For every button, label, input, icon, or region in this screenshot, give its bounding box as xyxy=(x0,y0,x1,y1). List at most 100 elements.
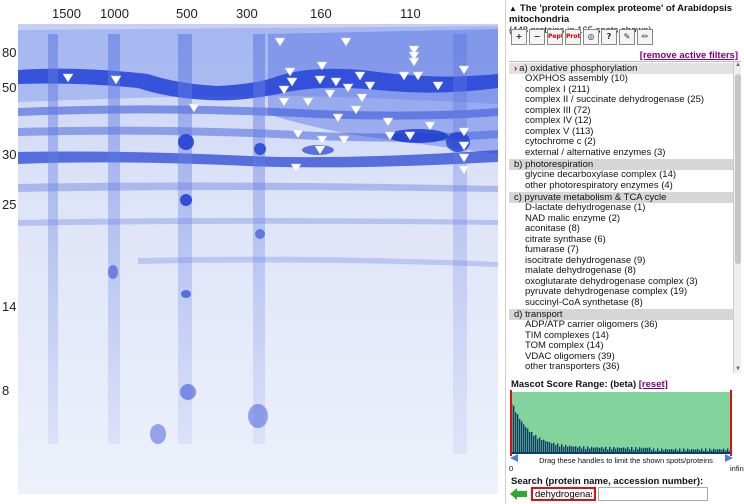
gel-spot xyxy=(388,129,448,143)
histogram-bar xyxy=(593,447,595,452)
search-input[interactable] xyxy=(531,487,596,501)
histogram-bar xyxy=(707,451,709,452)
filter-item[interactable]: complex IV (12) xyxy=(509,115,741,127)
histogram-bar xyxy=(629,449,631,452)
histogram-bar xyxy=(673,449,675,452)
gel-spot xyxy=(254,143,266,155)
mw-left-label: 50 xyxy=(2,80,17,95)
histogram-bar xyxy=(685,450,687,452)
histogram-bar xyxy=(553,442,555,452)
histogram-bar xyxy=(565,444,567,452)
pept-icon[interactable]: Pept xyxy=(547,29,563,45)
histogram-bar xyxy=(659,450,661,452)
mw-top-label: 300 xyxy=(236,6,258,21)
search-go-arrow-icon[interactable] xyxy=(510,488,528,500)
zoom-in-icon[interactable]: + xyxy=(511,29,527,45)
mw-left-label: 30 xyxy=(2,147,17,162)
histogram-bar xyxy=(527,428,529,452)
histogram-bar xyxy=(679,448,681,452)
gel-spot xyxy=(181,290,191,298)
histogram-bar xyxy=(647,448,649,452)
filter-item[interactable]: aconitase (8) xyxy=(509,223,741,235)
histogram-bar xyxy=(661,448,663,452)
histogram-bar xyxy=(703,450,705,452)
histogram-bar xyxy=(651,450,653,452)
remove-filters-link[interactable]: [remove active filters] xyxy=(506,50,738,61)
histogram-bar xyxy=(543,439,545,452)
histogram-bar xyxy=(619,447,621,452)
histogram-bar xyxy=(579,446,581,452)
histogram-bar xyxy=(555,445,557,452)
histogram-bar xyxy=(581,448,583,452)
histogram-bar xyxy=(541,440,543,452)
filter-item[interactable]: glycine decarboxylase complex (14) xyxy=(509,169,741,181)
histogram-bar xyxy=(697,448,699,452)
scroll-up-icon[interactable]: ▲ xyxy=(734,62,741,70)
mascot-histogram[interactable] xyxy=(508,390,736,462)
gel-spot xyxy=(180,194,192,206)
pencil-icon[interactable]: ✎ xyxy=(619,29,635,45)
histogram-bar xyxy=(639,447,641,452)
histogram-bar xyxy=(597,447,599,452)
gel-spot xyxy=(248,404,268,428)
histogram-bar xyxy=(521,421,523,452)
histogram-bar xyxy=(711,450,713,452)
prot-icon[interactable]: Prot xyxy=(565,29,581,45)
histogram-bar xyxy=(617,447,619,452)
histogram-bar xyxy=(643,447,645,452)
histogram-bar xyxy=(519,419,521,452)
filter-item[interactable]: OXPHOS assembly (10) xyxy=(509,73,741,85)
scroll-thumb[interactable] xyxy=(735,74,741,264)
filter-item[interactable]: cytochrome c (2) xyxy=(509,136,741,148)
mw-top-label: 110 xyxy=(400,6,421,21)
histogram-bar xyxy=(615,448,617,452)
histogram-bar xyxy=(683,448,685,452)
histogram-bar xyxy=(709,448,711,452)
filter-item[interactable]: malate dehydrogenase (8) xyxy=(509,265,741,277)
histogram-bar xyxy=(571,446,573,452)
mascot-reset-link[interactable]: [reset] xyxy=(639,379,668,390)
histogram-bar xyxy=(645,447,647,452)
histogram-bar xyxy=(721,449,723,452)
histogram-bar xyxy=(649,447,651,452)
filter-item[interactable]: other transporters (36) xyxy=(509,361,741,373)
target-icon[interactable]: ◎ xyxy=(583,29,599,45)
filter-item[interactable]: external / alternative enzymes (3) xyxy=(509,147,741,159)
side-panel: ▲ The 'protein complex proteome' of Arabi… xyxy=(505,0,744,504)
filter-item[interactable]: pyruvate dehydrogenase complex (19) xyxy=(509,286,741,298)
mascot-range-label: Mascot Score Range: (beta) [reset] xyxy=(511,379,668,390)
filter-item[interactable]: complex II / succinate dehydrogenase (25… xyxy=(509,94,741,106)
histogram-bar xyxy=(715,449,717,452)
filter-item[interactable]: other photorespiratory enzymes (4) xyxy=(509,180,741,192)
gel-panel: 1500 1000 500 300 160 110 80 50 30 25 14… xyxy=(0,0,503,504)
histogram-bar xyxy=(603,448,605,452)
histogram-bar xyxy=(609,446,611,452)
filter-scrollbar[interactable]: ▲ ▼ xyxy=(733,62,741,373)
filter-item[interactable]: ADP/ATP carrier oligomers (36) xyxy=(509,319,741,331)
mw-top-label: 1500 xyxy=(52,6,81,21)
filter-item[interactable]: fumarase (7) xyxy=(509,244,741,256)
histogram-bar xyxy=(641,448,643,452)
histogram-bar xyxy=(531,431,533,452)
edit-icon[interactable]: ✏ xyxy=(637,29,653,45)
mw-left-label: 80 xyxy=(2,45,17,60)
help-icon[interactable]: ? xyxy=(601,29,617,45)
gel-image[interactable] xyxy=(18,24,498,494)
collapse-triangle-icon[interactable]: ▲ xyxy=(509,4,517,13)
histogram-bar xyxy=(699,450,701,452)
histogram-bar xyxy=(671,449,673,452)
gel-lane xyxy=(453,34,467,454)
scroll-down-icon[interactable]: ▼ xyxy=(734,366,741,373)
zoom-out-icon[interactable]: − xyxy=(529,29,545,45)
histogram-bar xyxy=(669,449,671,452)
histogram-bar xyxy=(607,449,609,452)
filter-item[interactable]: succinyl-CoA synthetase (8) xyxy=(509,297,741,309)
histogram-bar xyxy=(563,446,565,452)
mw-left-label: 25 xyxy=(2,197,17,212)
histogram-bar xyxy=(587,446,589,452)
filter-item[interactable]: D-lactate dehydrogenase (1) xyxy=(509,202,741,214)
filter-item[interactable]: TOM complex (14) xyxy=(509,340,741,352)
histogram-bar xyxy=(653,448,655,452)
histogram-bar xyxy=(559,446,561,452)
search-input-extension[interactable] xyxy=(598,487,708,501)
